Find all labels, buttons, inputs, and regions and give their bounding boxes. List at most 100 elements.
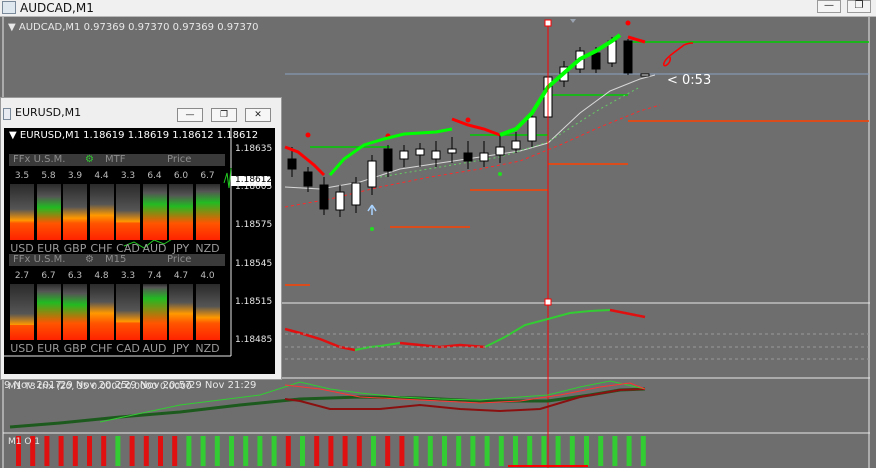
price-tick: 1.18485 <box>235 335 273 345</box>
mo-bar <box>356 436 362 466</box>
price-tick: 1.18635 <box>235 144 273 154</box>
strength-value: 2.7 <box>14 271 30 281</box>
strength-value: 7.4 <box>147 271 162 281</box>
chart-window-icon <box>2 1 16 14</box>
mo-bar <box>186 436 192 466</box>
strength-bar <box>142 284 167 340</box>
strength-value: 6.7 <box>200 171 215 181</box>
mo-bar <box>143 436 149 466</box>
mo-bar <box>541 436 547 466</box>
main-chart-info: ▼ AUDCAD,M1 0.97369 0.97370 0.97369 0.97… <box>8 22 259 33</box>
strength-value: 3.5 <box>14 171 30 181</box>
currency-label: USD <box>10 342 34 355</box>
strength-value: 3.9 <box>67 171 83 181</box>
strength-value: 4.7 <box>173 271 189 281</box>
mo-bar <box>101 436 107 466</box>
strength-bar <box>63 284 87 340</box>
eurusd-chart-info: ▼ EURUSD,M1 1.18619 1.18619 1.18612 1.18… <box>9 130 259 141</box>
mo-bar <box>200 436 206 466</box>
mo-bar <box>371 436 376 466</box>
strength-value: 6.0 <box>173 171 189 181</box>
strength-bar <box>116 284 140 340</box>
price-tick: 1.18515 <box>235 297 273 307</box>
mo-bar <box>257 436 263 466</box>
settings-icon[interactable]: ⚙ <box>85 254 94 266</box>
mo-bar <box>456 436 462 466</box>
mo-bar <box>527 436 533 466</box>
strength-bar <box>169 184 193 240</box>
mo-bar <box>470 436 476 466</box>
strength-bar <box>36 284 61 340</box>
mo-bar <box>314 436 320 466</box>
eurusd-close-button[interactable]: ✕ <box>245 108 271 122</box>
eurusd-window-title: EURUSD,M1 <box>15 106 82 119</box>
strength-bar <box>195 184 220 240</box>
panel-title: FFx U.S.M. <box>13 154 66 165</box>
mo-bar <box>584 436 589 466</box>
mo-bar <box>385 436 391 466</box>
bar-countdown: < 0:53 <box>667 73 712 88</box>
strength-bar <box>63 184 87 240</box>
mo-bar <box>342 436 348 466</box>
strength-value: 4.0 <box>200 271 215 281</box>
currency-label: NZD <box>195 342 220 355</box>
mo-bar <box>87 436 92 466</box>
ffx-panel-header: FFx U.S.M. ⚙ MTF Price <box>9 154 225 166</box>
currency-label: CHF <box>90 342 113 355</box>
strength-bar <box>10 184 34 240</box>
strength-bar <box>89 284 114 340</box>
panel-title: FFx U.S.M. <box>13 254 66 265</box>
strength-bar <box>10 284 34 340</box>
mo-bar <box>555 436 561 466</box>
maximize-button[interactable]: ❐ <box>847 0 871 13</box>
eurusd-window[interactable]: EURUSD,M1 — ❐ ✕ ▼ EURUSD,M1 1.18619 1.18… <box>0 97 282 391</box>
minimize-button[interactable]: — <box>817 0 841 13</box>
time-tick: 29 Nov 20:25 <box>60 380 128 391</box>
strength-bar <box>195 284 220 340</box>
mo-indicator-label: M1 O 1 <box>8 437 41 447</box>
time-tick: 29 Nov 21:29 <box>189 380 257 391</box>
mo-bar <box>498 436 504 466</box>
settings-icon[interactable]: ⚙ <box>85 154 94 166</box>
mo-bar <box>271 436 277 466</box>
strength-bar <box>169 284 193 340</box>
strength-bar <box>89 184 114 240</box>
mo-bar <box>626 436 632 466</box>
strength-value: 3.3 <box>120 171 136 181</box>
strength-value: 4.8 <box>94 271 109 281</box>
time-tick: 29 Nov 20:57 <box>124 380 192 391</box>
strength-value: 5.8 <box>41 171 56 181</box>
price-tick: 1.18545 <box>235 259 273 269</box>
mo-bar <box>612 436 618 466</box>
strength-value: 6.3 <box>67 271 83 281</box>
mo-bar <box>569 436 575 466</box>
window-title: AUDCAD,M1 <box>20 1 94 15</box>
price-tick: 1.18575 <box>235 220 273 230</box>
mo-bar <box>158 436 163 466</box>
mo-bar <box>300 436 305 466</box>
mo-bar <box>58 436 64 466</box>
mo-bar <box>44 436 50 466</box>
panel-timeframe: MTF <box>105 154 126 165</box>
currency-label: GBP <box>63 342 87 355</box>
eurusd-minimize-button[interactable]: — <box>177 108 203 122</box>
mo-bar <box>115 436 121 466</box>
eurusd-chart[interactable]: ▼ EURUSD,M1 1.18619 1.18619 1.18612 1.18… <box>4 128 275 391</box>
mo-bar <box>72 436 78 466</box>
panel-price-label: Price <box>167 154 192 165</box>
strength-bar <box>142 184 167 240</box>
mo-bar <box>129 436 135 466</box>
window-title-bar[interactable]: AUDCAD,M1 — ❐ <box>0 0 876 17</box>
strength-value: 6.4 <box>147 171 162 181</box>
ffx-panel-header: FFx U.S.M. ⚙ M15 Price <box>9 254 225 266</box>
strength-value: 3.3 <box>120 271 136 281</box>
panel-timeframe: M15 <box>105 254 127 265</box>
eurusd-maximize-button[interactable]: ❐ <box>211 108 237 122</box>
panel-price-label: Price <box>167 254 192 265</box>
mo-bar <box>172 436 178 466</box>
mo-bar <box>427 436 433 466</box>
mo-bar <box>640 436 646 466</box>
strength-bar <box>36 184 61 240</box>
mo-bar <box>214 436 220 466</box>
mo-bar <box>484 436 490 466</box>
